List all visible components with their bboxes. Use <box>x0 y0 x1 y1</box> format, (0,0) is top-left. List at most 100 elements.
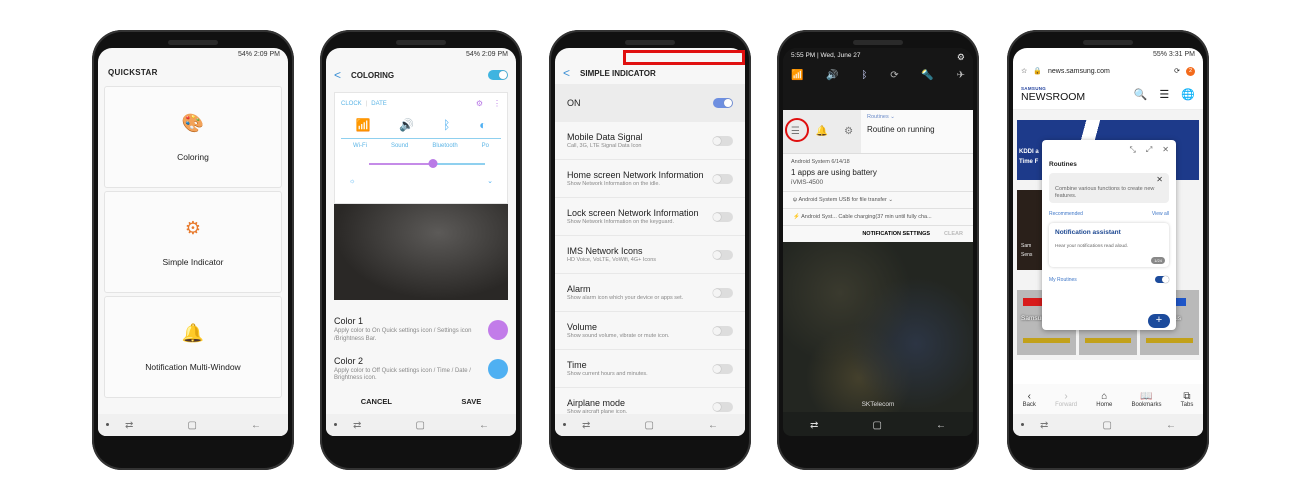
gear-icon[interactable]: ⚙ <box>844 126 853 137</box>
recents-icon[interactable]: ⇄ <box>1040 420 1048 431</box>
site-logo[interactable]: SAMSUNG NEWSROOM <box>1021 86 1085 103</box>
list-item[interactable]: Lock screen Network Information Show Netw… <box>555 198 745 236</box>
back-icon[interactable]: ← <box>479 420 489 431</box>
my-routines-toggle[interactable] <box>1155 276 1169 283</box>
color-title: Color 2 <box>334 355 364 366</box>
list-item[interactable]: Mobile Data Signal Call, 3G, LTE Signal D… <box>555 122 745 160</box>
item-toggle[interactable] <box>713 325 733 336</box>
routine-card[interactable]: Routines ⌄ Routine on running <box>861 110 973 153</box>
item-toggle[interactable] <box>713 173 733 184</box>
item-toggle[interactable] <box>713 401 733 412</box>
cancel-button[interactable]: CANCEL <box>361 397 392 406</box>
back-chevron-icon[interactable]: < <box>563 66 570 80</box>
hamburger-menu-icon[interactable]: ☰ <box>1159 88 1169 101</box>
status-bar: 54% 2:09 PM <box>326 48 516 62</box>
menu-badge[interactable]: 2 <box>1186 66 1195 76</box>
bell-icon[interactable]: 🔔 <box>816 126 828 137</box>
address-bar[interactable]: ☆ 🔒 news.samsung.com ⟳ 2 <box>1013 62 1203 80</box>
list-item[interactable]: Volume Show sound volume, vibrate or mute… <box>555 312 745 350</box>
card-notification-multi-window[interactable]: 🔔 Notification Multi-Window <box>104 296 282 398</box>
save-button[interactable]: SAVE <box>461 397 481 406</box>
usb-icon: ψ <box>793 197 797 203</box>
clock-label: CLOCK <box>341 100 362 107</box>
date-text: Wed, June 27 <box>820 52 861 59</box>
notification-item[interactable]: ⚡ Android Syst... Cable charging(37 min … <box>783 209 973 226</box>
sound-icon[interactable]: 🔊 <box>826 70 838 81</box>
wifi-icon[interactable]: 📶 <box>791 70 803 81</box>
add-routine-button[interactable]: + <box>1148 314 1170 328</box>
nav-dot <box>334 423 337 426</box>
home-icon[interactable]: ▢ <box>644 420 653 431</box>
page-title: SIMPLE INDICATOR <box>580 68 656 78</box>
back-icon[interactable]: ← <box>1166 420 1176 431</box>
search-icon[interactable]: 🔍 <box>1134 88 1148 101</box>
recents-icon[interactable]: ⇄ <box>810 420 818 431</box>
auto-rotate-icon[interactable]: ⟳ <box>890 70 898 81</box>
brightness-thumb <box>428 159 438 168</box>
flashlight-icon[interactable]: 🔦 <box>921 70 933 81</box>
home-icon[interactable]: ▢ <box>415 420 424 431</box>
screen: 54% 2:09 PM < COLORING CLOCK | DATE ⚙ ⋮ … <box>326 48 516 436</box>
close-icon[interactable]: ✕ <box>1162 145 1169 155</box>
card-simple-indicator[interactable]: ⚙ Simple Indicator <box>104 191 282 293</box>
notification-item[interactable]: Android System 6/14/18 1 apps are using … <box>783 154 973 192</box>
item-toggle[interactable] <box>713 211 733 222</box>
notification-item[interactable]: ψ Android System USB for file transfer ⌄ <box>783 192 973 209</box>
url-text[interactable]: news.samsung.com <box>1048 68 1110 75</box>
card-coloring[interactable]: 🎨 Coloring <box>104 86 282 188</box>
bluetooth-icon[interactable]: ᛒ <box>861 70 867 81</box>
recents-icon[interactable]: ⇄ <box>582 420 590 431</box>
view-all-link[interactable]: View all <box>1152 211 1169 217</box>
item-title: Volume <box>567 321 598 332</box>
master-toggle[interactable] <box>713 98 733 108</box>
home-button[interactable]: ⌂ Home <box>1096 391 1112 408</box>
site-header: SAMSUNG NEWSROOM 🔍 ☰ 🌐 <box>1013 80 1203 110</box>
list-item[interactable]: IMS Network Icons HD Voice, VoLTE, VoWifi… <box>555 236 745 274</box>
back-icon[interactable]: ← <box>708 420 718 431</box>
settings-gear-icon[interactable]: ⚙ <box>957 52 965 63</box>
coloring-toggle[interactable] <box>488 70 508 80</box>
close-icon[interactable]: ✕ <box>1156 175 1163 186</box>
item-title: IMS Network Icons <box>567 245 643 256</box>
home-icon[interactable]: ▢ <box>1102 420 1111 431</box>
nav-bar: ⇄ ▢ ← <box>326 414 516 436</box>
item-toggle[interactable] <box>713 363 733 374</box>
color-1-swatch[interactable] <box>488 319 508 340</box>
minimize-icon[interactable]: ⤡ <box>1129 145 1135 155</box>
lock-icon: 🔒 <box>1033 68 1042 75</box>
master-switch-row[interactable]: ON <box>555 84 745 122</box>
back-button[interactable]: ‹ Back <box>1023 391 1036 408</box>
item-toggle[interactable] <box>713 249 733 260</box>
forward-button[interactable]: › Forward <box>1055 391 1077 408</box>
tabs-icon: ⧉ <box>1183 390 1191 402</box>
recommended-routine-card[interactable]: Notification assistant Hear your notific… <box>1049 223 1169 267</box>
tabs-button[interactable]: ⧉ Tabs <box>1181 391 1194 408</box>
item-toggle[interactable] <box>713 135 733 146</box>
globe-icon[interactable]: 🌐 <box>1181 88 1195 101</box>
color-1-row[interactable]: Color 1 Apply color to On Quick settings… <box>326 310 516 350</box>
list-item[interactable]: Alarm Show alarm icon which your device o… <box>555 274 745 312</box>
back-icon[interactable]: ← <box>936 420 946 431</box>
card-label: Coloring <box>177 151 209 162</box>
recents-icon[interactable]: ⇄ <box>125 420 133 431</box>
back-chevron-icon[interactable]: < <box>334 68 341 82</box>
home-icon[interactable]: ▢ <box>187 420 196 431</box>
expand-icon[interactable]: ⤢ <box>1146 145 1152 155</box>
reload-icon[interactable]: ⟳ <box>1174 67 1180 75</box>
status-bar: 54% 2:09 PM <box>98 48 288 62</box>
highlight-box <box>623 50 745 65</box>
star-icon[interactable]: ☆ <box>1021 67 1027 75</box>
bookmarks-button[interactable]: 📖 Bookmarks <box>1131 391 1161 408</box>
notif-app: Android Syst... <box>801 214 837 220</box>
list-item[interactable]: Home screen Network Information Show Netw… <box>555 160 745 198</box>
clear-button[interactable]: CLEAR <box>944 231 963 237</box>
color-2-row[interactable]: Color 2 Apply color to Off Quick setting… <box>326 350 516 390</box>
airplane-icon[interactable]: ✈ <box>957 70 965 81</box>
item-toggle[interactable] <box>713 287 733 298</box>
color-2-swatch[interactable] <box>488 359 508 380</box>
notification-settings-button[interactable]: NOTIFICATION SETTINGS <box>862 231 930 237</box>
recents-icon[interactable]: ⇄ <box>353 420 361 431</box>
list-item[interactable]: Time Show current hours and minutes. <box>555 350 745 388</box>
back-icon[interactable]: ← <box>251 420 261 431</box>
home-icon[interactable]: ▢ <box>872 420 881 431</box>
